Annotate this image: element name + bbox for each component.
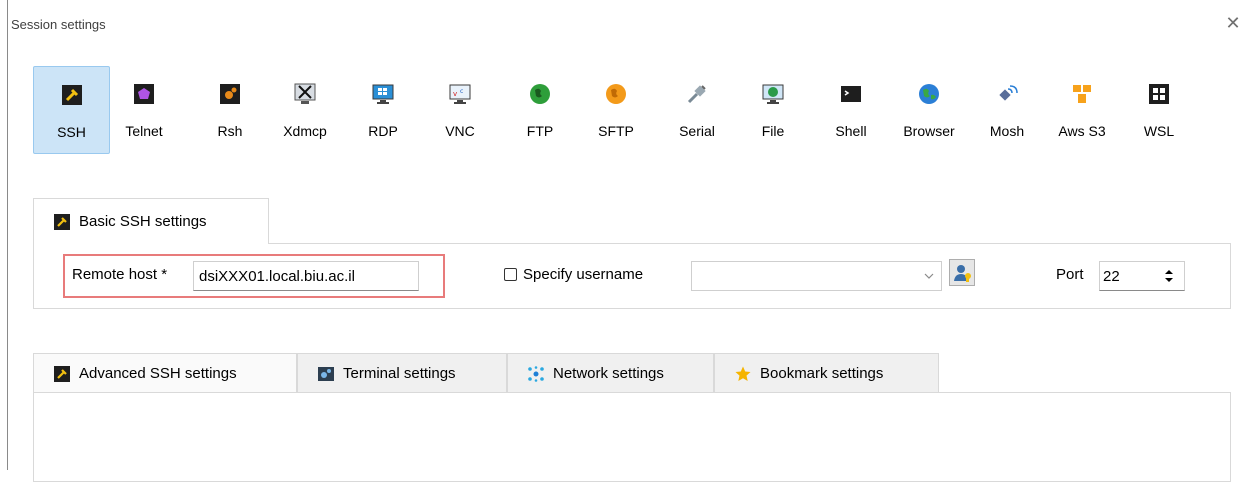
tab-label: Bookmark settings <box>760 365 884 382</box>
session-type-label: Serial <box>679 123 715 139</box>
terminal-settings-icon <box>318 366 334 381</box>
mosh-satellite-icon <box>999 85 1018 101</box>
vnc-icon: vc <box>449 84 471 104</box>
session-type-label: Xdmcp <box>283 123 327 139</box>
close-icon[interactable]: ✕ <box>1223 13 1243 33</box>
aws-s3-icon <box>1073 85 1091 103</box>
session-type-label: SSH <box>57 124 86 140</box>
session-type-file[interactable]: File <box>752 66 794 154</box>
tab-label: Advanced SSH settings <box>79 365 237 382</box>
ssh-key-icon <box>61 85 82 105</box>
port-label: Port <box>1056 266 1084 283</box>
browser-globe-icon <box>919 84 939 104</box>
session-type-vnc[interactable]: vc VNC <box>438 66 482 154</box>
session-type-serial[interactable]: Serial <box>672 66 722 154</box>
session-type-label: WSL <box>1143 123 1175 139</box>
session-type-ftp[interactable]: FTP <box>520 66 560 154</box>
session-type-label: Aws S3 <box>1058 123 1106 139</box>
ftp-globe-icon <box>530 84 550 104</box>
session-type-label: Mosh <box>989 123 1025 139</box>
session-type-rdp[interactable]: RDP <box>362 66 404 154</box>
tab-bookmark-settings[interactable]: Bookmark settings <box>714 353 939 393</box>
port-spinner-icon[interactable] <box>1163 266 1175 286</box>
session-type-label: VNC <box>445 123 475 139</box>
session-type-label: Shell <box>835 123 867 139</box>
advanced-settings-panel <box>33 392 1231 482</box>
session-type-label: SFTP <box>598 123 634 139</box>
rsh-icon <box>220 84 240 104</box>
file-globe-icon <box>762 84 784 104</box>
window-frame-left <box>7 0 8 470</box>
session-type-mosh[interactable]: Mosh <box>982 66 1032 154</box>
shell-terminal-icon <box>841 86 861 102</box>
wrench-key-icon <box>54 213 70 230</box>
tab-label: Terminal settings <box>343 365 456 382</box>
username-combobox[interactable] <box>691 261 942 291</box>
session-type-ssh[interactable]: SSH <box>33 66 110 154</box>
sftp-globe-icon <box>606 84 626 104</box>
session-type-sftp[interactable]: SFTP <box>593 66 639 154</box>
session-type-label: Rsh <box>217 123 243 139</box>
specify-username-label[interactable]: Specify username <box>523 266 643 283</box>
tab-label: Basic SSH settings <box>79 213 207 230</box>
tab-advanced-ssh-settings[interactable]: Advanced SSH settings <box>33 353 297 393</box>
star-icon <box>735 366 751 381</box>
session-type-browser[interactable]: Browser <box>893 66 965 154</box>
session-type-label: File <box>761 123 785 139</box>
xdmcp-icon <box>294 83 316 104</box>
rdp-monitor-icon <box>372 84 394 104</box>
wrench-key-icon <box>54 365 70 382</box>
session-type-label: Browser <box>903 123 955 139</box>
session-type-aws-s3[interactable]: Aws S3 <box>1050 66 1114 154</box>
user-credentials-button[interactable] <box>949 259 975 286</box>
svg-text:v: v <box>453 90 457 98</box>
tab-basic-ssh-settings[interactable]: Basic SSH settings <box>33 198 269 244</box>
session-type-label: Telnet <box>125 123 163 139</box>
specify-username-checkbox[interactable] <box>504 268 517 281</box>
window-title: Session settings <box>11 17 106 32</box>
serial-plug-icon <box>687 85 706 104</box>
session-type-label: FTP <box>526 123 554 139</box>
user-key-icon <box>954 265 971 282</box>
session-type-label: RDP <box>368 123 398 139</box>
session-type-rsh[interactable]: Rsh <box>208 66 252 154</box>
remote-host-label: Remote host * <box>72 266 168 283</box>
tab-label: Network settings <box>553 365 664 382</box>
session-type-telnet[interactable]: Telnet <box>120 66 168 154</box>
chevron-down-icon <box>924 273 934 279</box>
telnet-icon <box>134 84 154 104</box>
remote-host-input[interactable] <box>193 261 419 291</box>
session-type-shell[interactable]: Shell <box>830 66 872 154</box>
session-type-xdmcp[interactable]: Xdmcp <box>276 66 334 154</box>
session-type-wsl[interactable]: WSL <box>1138 66 1180 154</box>
wsl-windows-icon <box>1149 84 1169 104</box>
svg-text:c: c <box>460 88 463 95</box>
tab-network-settings[interactable]: Network settings <box>507 353 714 393</box>
tab-terminal-settings[interactable]: Terminal settings <box>297 353 507 393</box>
network-icon <box>528 365 544 382</box>
